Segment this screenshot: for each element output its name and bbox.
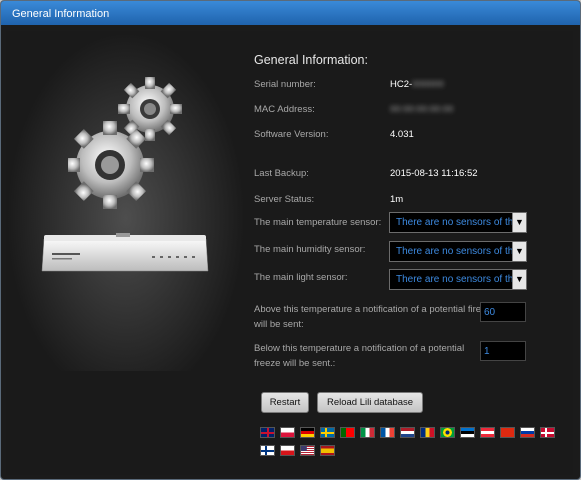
flag-fi-icon[interactable] (260, 445, 275, 456)
fire-threshold-input[interactable]: 60 (480, 302, 526, 322)
light-sensor-select[interactable]: There are no sensors of th ▼ (389, 269, 527, 290)
flag-br-icon[interactable] (440, 427, 455, 438)
server-status-value: 1m (390, 194, 404, 205)
flag-ru-icon[interactable] (520, 427, 535, 438)
flag-gb-icon[interactable] (260, 427, 275, 438)
flag-pt-icon[interactable] (340, 427, 355, 438)
humidity-sensor-label: The main humidity sensor: (254, 244, 366, 255)
humidity-sensor-select[interactable]: There are no sensors of th ▼ (389, 241, 527, 262)
flag-cn-icon[interactable] (500, 427, 515, 438)
light-sensor-value: There are no sensors of th (396, 274, 514, 285)
section-heading: General Information: (254, 53, 368, 67)
flag-pl-icon[interactable] (280, 427, 295, 438)
last-backup-label: Last Backup: (254, 168, 309, 179)
flag-es-icon[interactable] (320, 445, 335, 456)
chevron-down-icon[interactable]: ▼ (512, 213, 526, 232)
flag-ro-icon[interactable] (420, 427, 435, 438)
reload-lili-database-button[interactable]: Reload Lili database (317, 392, 423, 413)
restart-button[interactable]: Restart (261, 392, 309, 413)
gears-icon (68, 77, 182, 209)
flag-us-icon[interactable] (300, 445, 315, 456)
serial-value: HC2-000000 (390, 79, 444, 90)
content-panel: General Information: Serial number: HC2-… (6, 31, 573, 475)
flag-se-icon[interactable] (320, 427, 335, 438)
software-version-label: Software Version: (254, 129, 329, 140)
flag-cz-icon[interactable] (280, 445, 295, 456)
serial-prefix: HC2- (390, 79, 413, 90)
language-flags (260, 427, 560, 463)
general-information-window: General Information General Information:… (0, 0, 581, 480)
temperature-sensor-value: There are no sensors of th (396, 217, 514, 228)
flag-ee-icon[interactable] (460, 427, 475, 438)
temperature-sensor-label: The main temperature sensor: (254, 217, 382, 228)
flag-at-icon[interactable] (480, 427, 495, 438)
mac-value-blurred: 00:00:00:00:00 (390, 104, 454, 115)
mac-label: MAC Address: (254, 104, 315, 115)
home-center-device-icon (41, 233, 209, 272)
temperature-sensor-select[interactable]: There are no sensors of th ▼ (389, 212, 527, 233)
window-title: General Information (1, 1, 580, 25)
freeze-threshold-input[interactable]: 1 (480, 341, 526, 361)
flag-it-icon[interactable] (360, 427, 375, 438)
fire-threshold-note: Above this temperature a notification of… (254, 304, 482, 330)
last-backup-value: 2015-08-13 11:16:52 (390, 168, 478, 179)
flag-nl-icon[interactable] (400, 427, 415, 438)
freeze-threshold-note: Below this temperature a notification of… (254, 343, 465, 369)
flag-fr-icon[interactable] (380, 427, 395, 438)
light-sensor-label: The main light sensor: (254, 272, 348, 283)
chevron-down-icon[interactable]: ▼ (512, 270, 526, 289)
serial-blurred: 000000 (412, 79, 444, 90)
server-status-label: Server Status: (254, 194, 315, 205)
serial-label: Serial number: (254, 79, 316, 90)
software-version-value: 4.031 (390, 129, 414, 140)
chevron-down-icon[interactable]: ▼ (512, 242, 526, 261)
flag-de-icon[interactable] (300, 427, 315, 438)
flag-dk-icon[interactable] (540, 427, 555, 438)
humidity-sensor-value: There are no sensors of th (396, 246, 514, 257)
